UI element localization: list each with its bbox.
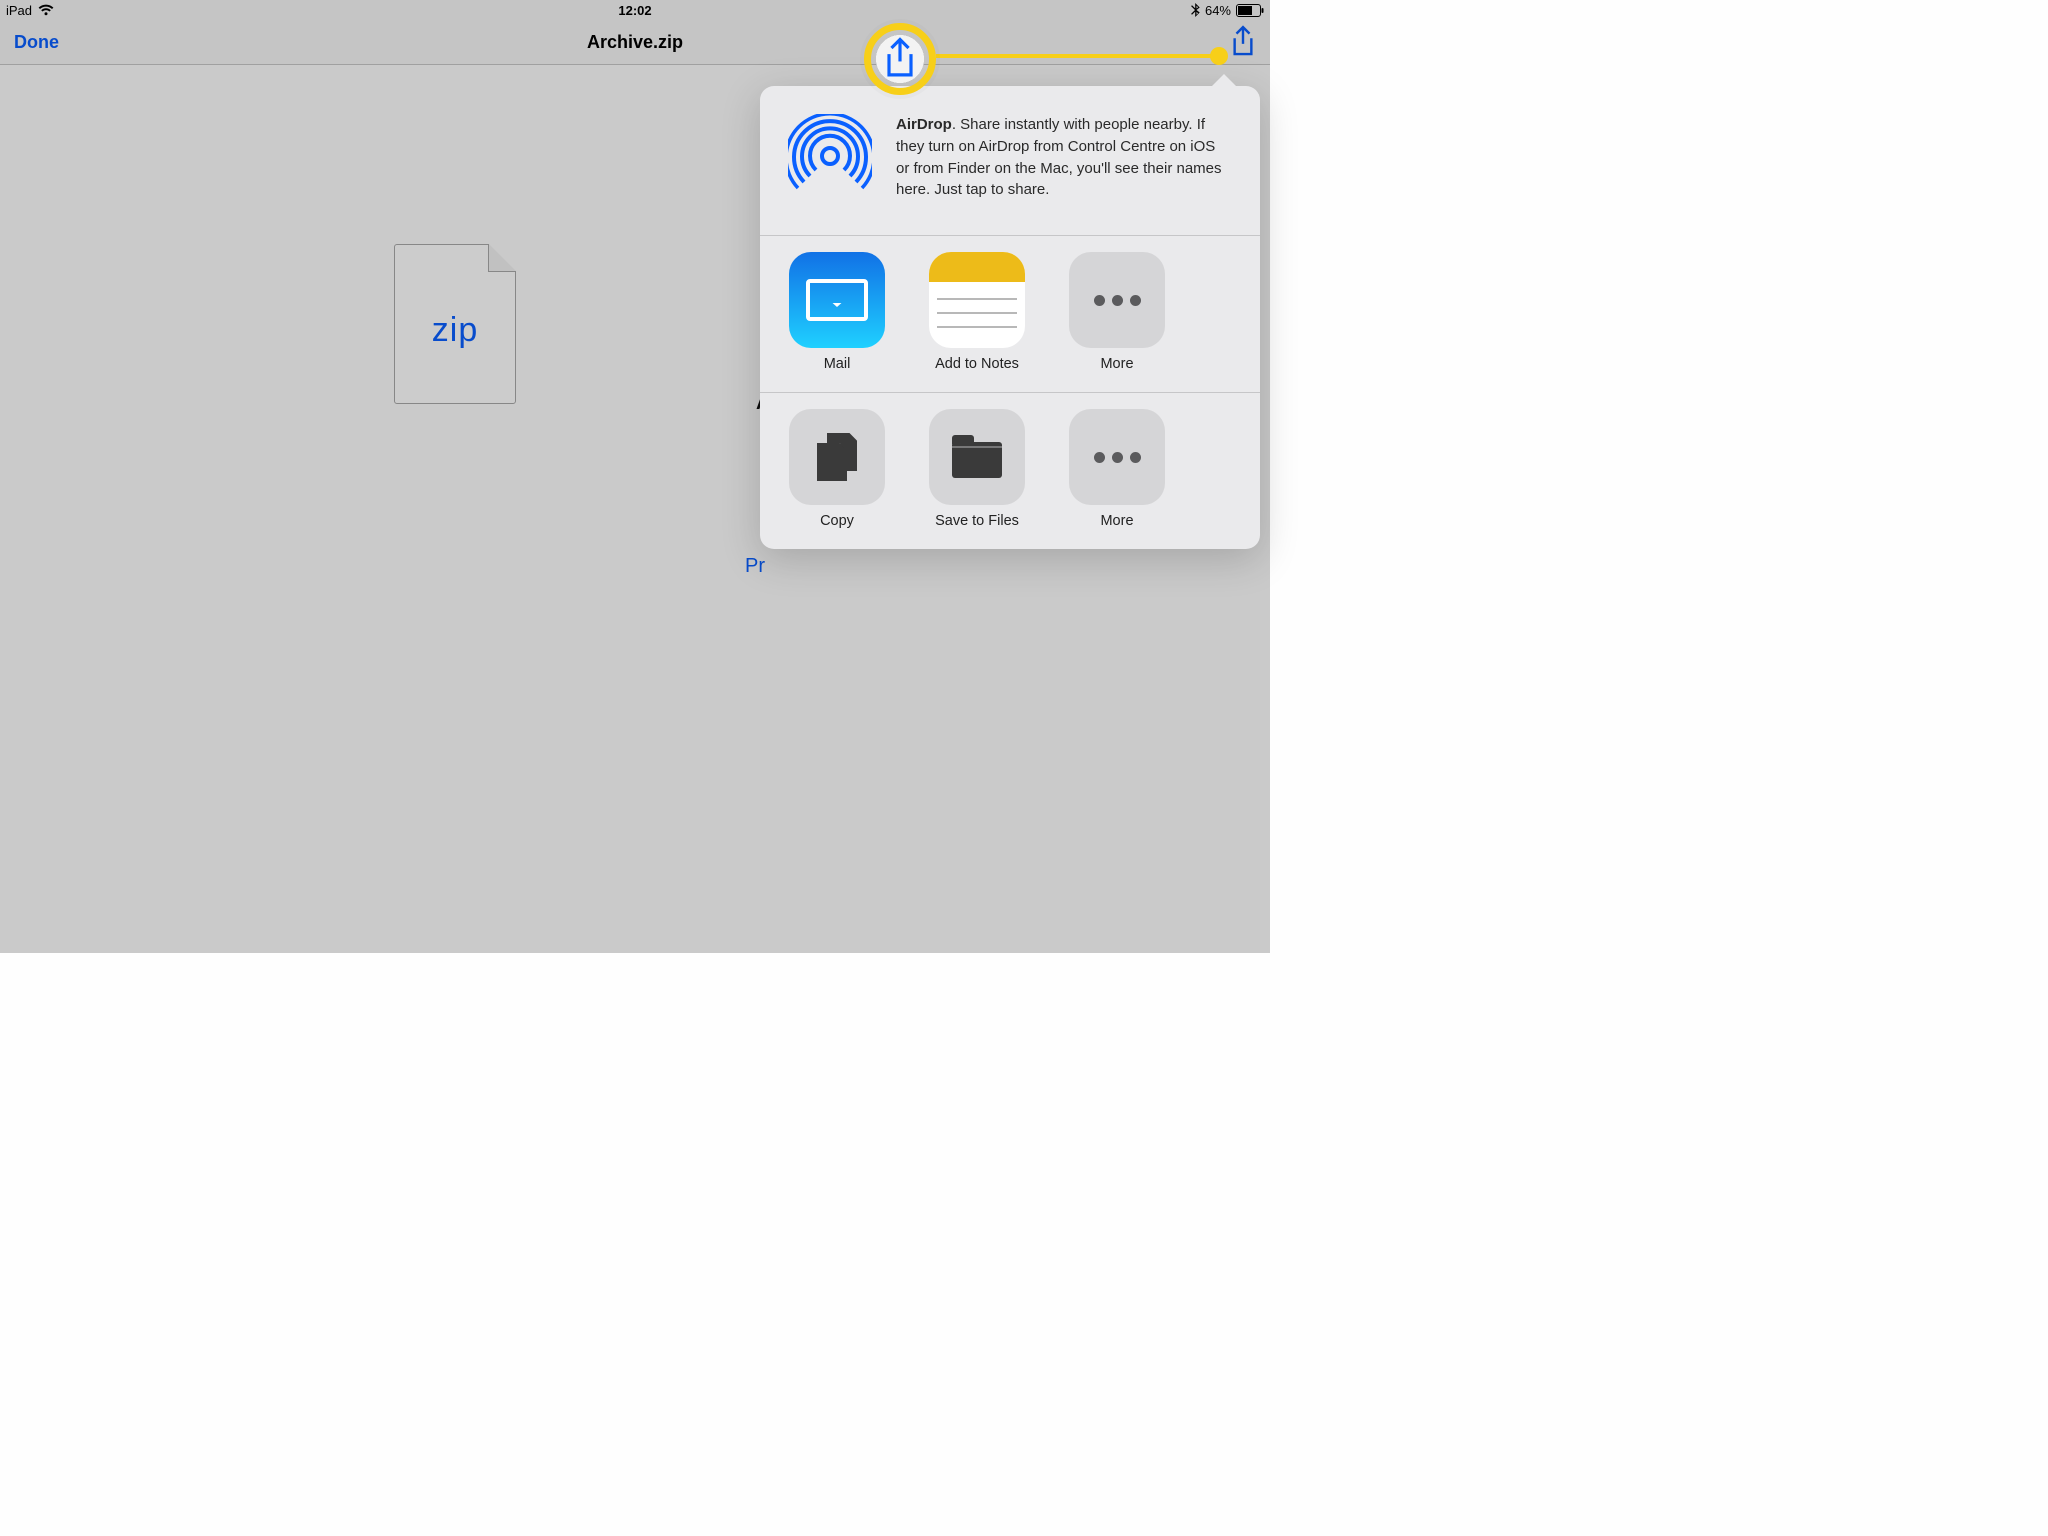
wifi-icon [38, 4, 54, 16]
nav-bar: Done Archive.zip [0, 20, 1270, 65]
share-sheet-popover: AirDrop. Share instantly with people nea… [760, 86, 1260, 549]
battery-percent: 64% [1205, 3, 1231, 18]
file-type-label: zip [432, 311, 478, 350]
notes-icon [929, 252, 1025, 348]
status-bar: iPad 12:02 64% [0, 0, 1270, 20]
mail-icon [789, 252, 885, 348]
more-apps-icon [1069, 252, 1165, 348]
airdrop-description: AirDrop. Share instantly with people nea… [896, 114, 1232, 201]
battery-icon [1236, 4, 1264, 17]
done-button[interactable]: Done [14, 32, 59, 53]
share-actions-row: Copy Save to Files More [760, 393, 1260, 549]
background-text-fragment-2: Pr [745, 555, 765, 578]
airdrop-section[interactable]: AirDrop. Share instantly with people nea… [760, 86, 1260, 236]
share-button[interactable] [1230, 27, 1256, 57]
device-label: iPad [6, 3, 32, 18]
share-app-mail[interactable]: Mail [778, 252, 896, 372]
bluetooth-icon [1191, 3, 1200, 17]
share-app-notes[interactable]: Add to Notes [918, 252, 1036, 372]
action-more[interactable]: More [1058, 409, 1176, 529]
mail-label: Mail [824, 356, 851, 372]
copy-icon [789, 409, 885, 505]
file-thumbnail: zip [394, 244, 516, 404]
page-title: Archive.zip [587, 32, 683, 53]
status-time: 12:02 [618, 3, 651, 18]
save-files-label: Save to Files [935, 513, 1019, 529]
action-copy[interactable]: Copy [778, 409, 896, 529]
airdrop-icon [788, 114, 872, 198]
copy-label: Copy [820, 513, 854, 529]
more-apps-label: More [1100, 356, 1133, 372]
annotation-end-dot [1210, 47, 1228, 65]
more-actions-label: More [1100, 513, 1133, 529]
annotation-highlight-circle [864, 23, 936, 95]
airdrop-title: AirDrop [896, 116, 952, 133]
share-icon [882, 37, 918, 81]
share-app-more[interactable]: More [1058, 252, 1176, 372]
share-apps-row: Mail Add to Notes More [760, 236, 1260, 393]
share-icon [1230, 24, 1256, 60]
more-actions-icon [1069, 409, 1165, 505]
save-files-icon [929, 409, 1025, 505]
action-save-files[interactable]: Save to Files [918, 409, 1036, 529]
annotation-connector-line [936, 54, 1220, 58]
notes-label: Add to Notes [935, 356, 1019, 372]
